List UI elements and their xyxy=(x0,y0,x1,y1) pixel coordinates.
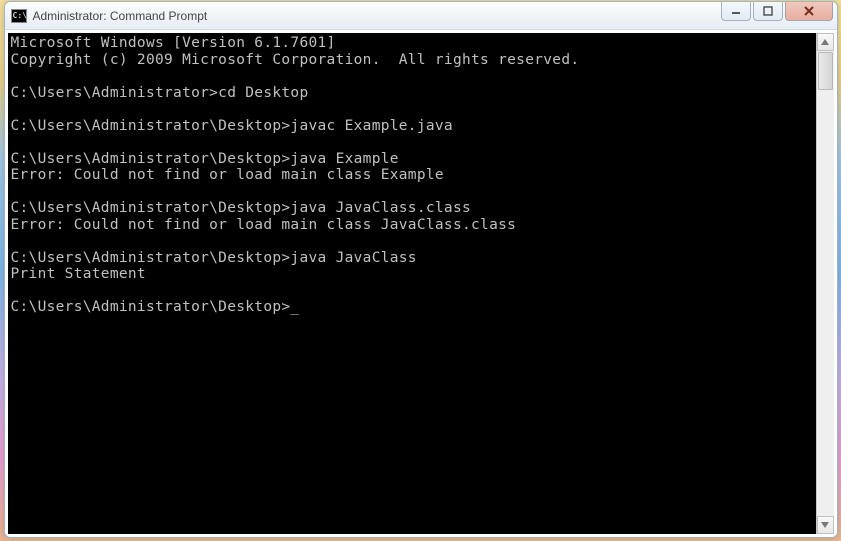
scroll-up-button[interactable] xyxy=(817,33,834,51)
scroll-thumb[interactable] xyxy=(818,52,833,90)
command-prompt-window: C:\ Administrator: Command Prompt Micros… xyxy=(4,1,838,538)
minimize-button[interactable] xyxy=(721,1,751,21)
close-button[interactable] xyxy=(785,1,833,21)
scroll-track[interactable] xyxy=(817,51,834,516)
vertical-scrollbar[interactable] xyxy=(816,33,834,534)
window-title: Administrator: Command Prompt xyxy=(33,9,833,23)
console-area: Microsoft Windows [Version 6.1.7601] Cop… xyxy=(6,31,836,536)
console-output[interactable]: Microsoft Windows [Version 6.1.7601] Cop… xyxy=(8,33,816,534)
scroll-down-button[interactable] xyxy=(817,516,834,534)
window-controls xyxy=(721,1,833,21)
titlebar[interactable]: C:\ Administrator: Command Prompt xyxy=(5,2,837,30)
cmd-icon: C:\ xyxy=(11,9,27,23)
maximize-button[interactable] xyxy=(753,1,783,21)
